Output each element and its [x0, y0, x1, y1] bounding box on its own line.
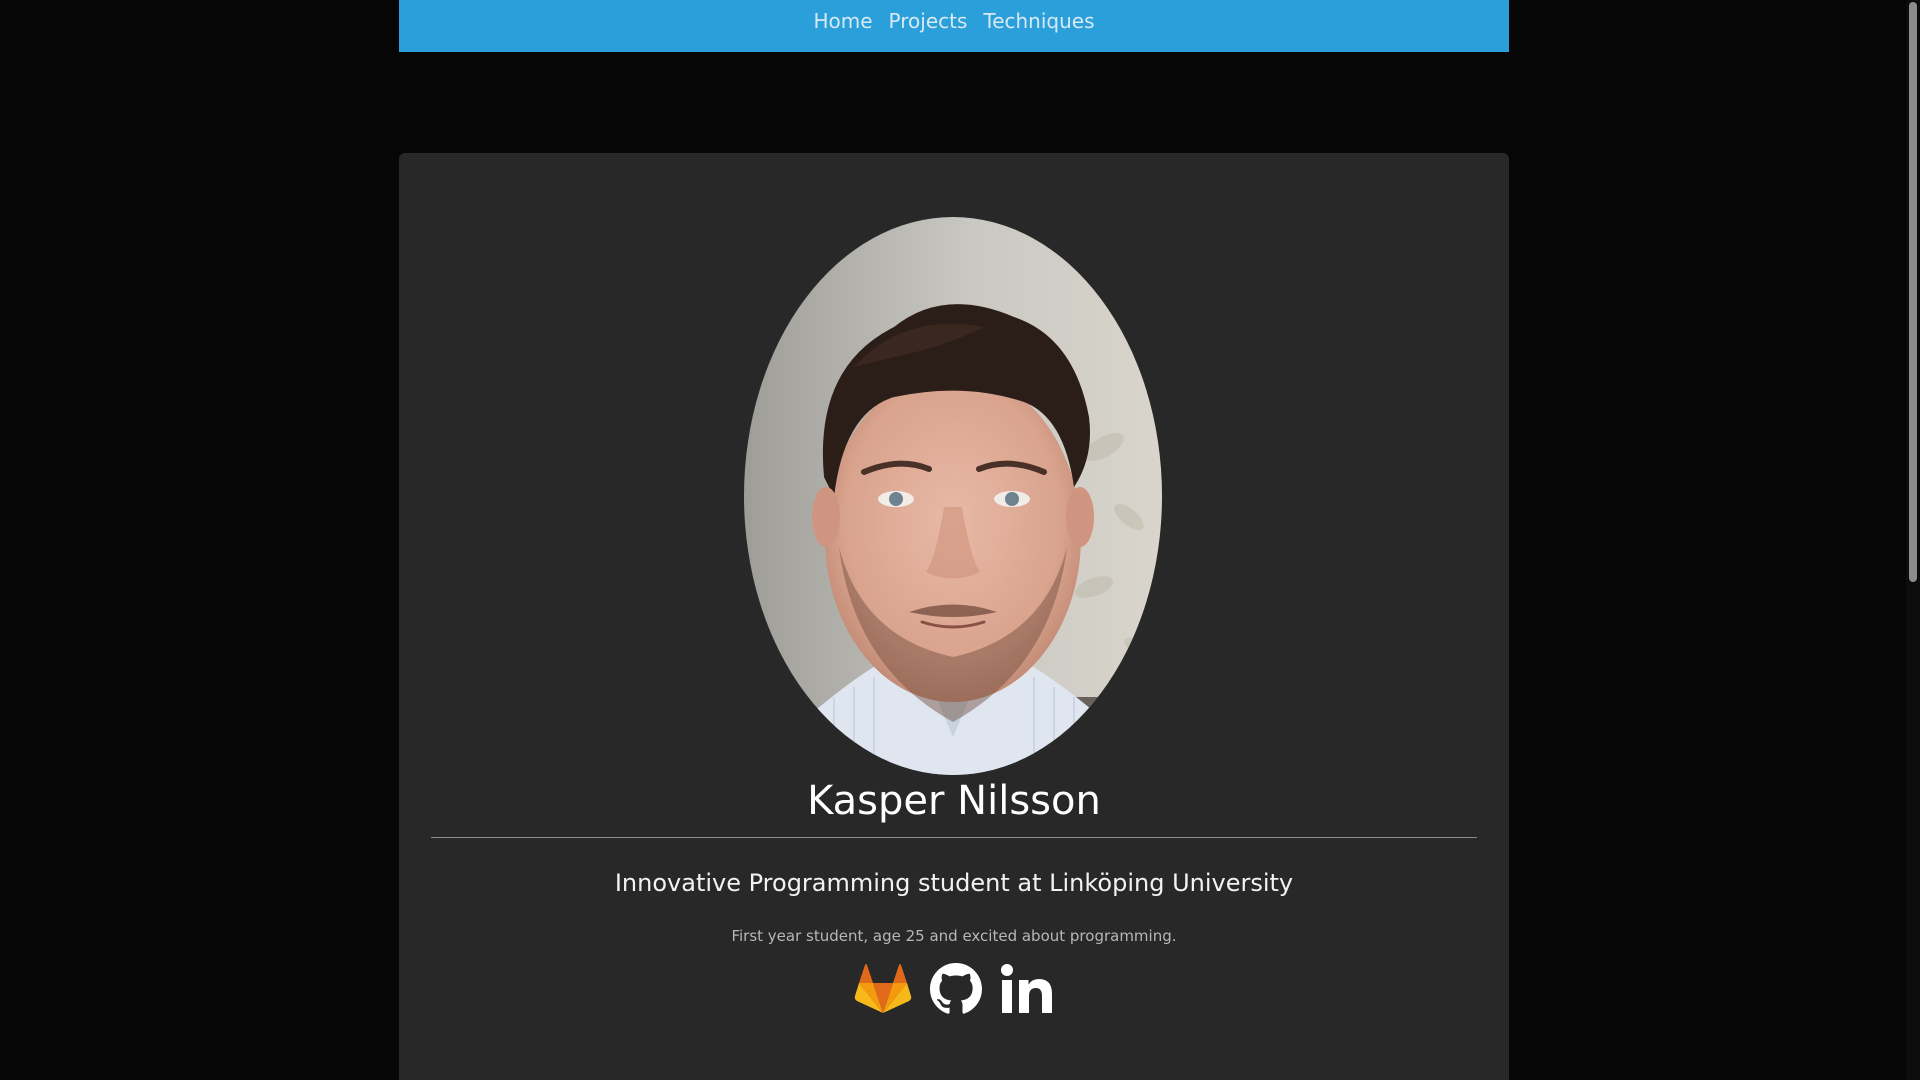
profile-name: Kasper Nilsson: [807, 778, 1101, 824]
github-icon: [930, 963, 982, 1014]
nav-link-techniques[interactable]: Techniques: [975, 0, 1102, 31]
linkedin-link[interactable]: [1000, 963, 1054, 1019]
top-navbar: Home Projects Techniques: [399, 0, 1509, 52]
page-scrollbar[interactable]: [1906, 0, 1920, 1080]
section-divider: [431, 837, 1477, 838]
scrollbar-thumb[interactable]: [1909, 2, 1917, 582]
profile-subtitle: Innovative Programming student at Linköp…: [614, 869, 1294, 897]
profile-card: Kasper Nilsson Innovative Programming st…: [399, 153, 1509, 1080]
profile-photo: [744, 217, 1162, 775]
gitlab-link[interactable]: [854, 963, 912, 1019]
profile-tagline: First year student, age 25 and excited a…: [731, 927, 1177, 945]
gitlab-icon: [854, 964, 912, 1013]
github-link[interactable]: [930, 963, 982, 1019]
nav-link-home[interactable]: Home: [805, 0, 880, 31]
social-links: [399, 961, 1509, 1021]
page: Home Projects Techniques Kasper Nilsson …: [0, 0, 1920, 1080]
nav-link-projects[interactable]: Projects: [881, 0, 976, 31]
portrait-illustration: [744, 217, 1162, 775]
linkedin-icon: [1001, 964, 1052, 1013]
